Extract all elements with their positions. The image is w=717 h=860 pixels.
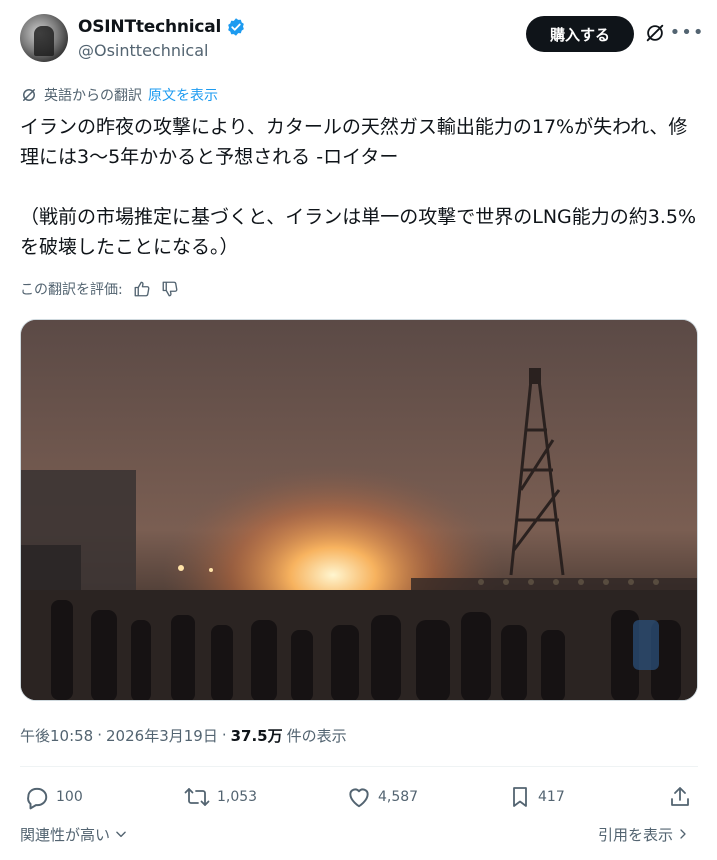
bookmark-count: 417 xyxy=(538,789,565,805)
share-icon xyxy=(671,787,689,806)
show-original-link[interactable]: 原文を表示 xyxy=(148,85,218,105)
verified-badge-icon xyxy=(228,18,245,36)
more-options-icon[interactable]: ••• xyxy=(670,21,704,43)
divider xyxy=(20,766,698,767)
thumbs-down-icon[interactable] xyxy=(161,280,179,298)
video-scene xyxy=(21,320,697,700)
translation-source: 英語からの翻訳 xyxy=(44,88,142,104)
translate-icon xyxy=(23,89,35,101)
tweet-text: イランの昨夜の攻撃により、カタールの天然ガス輸出能力の17%が失われ、修理には3… xyxy=(20,116,697,258)
relevance-label: 関連性が高い xyxy=(20,825,111,844)
author-name-row[interactable]: OSINTtechnical xyxy=(78,16,246,38)
meta-separator: · xyxy=(221,726,227,744)
author-name[interactable]: OSINTtechnical xyxy=(78,17,221,37)
repost-button[interactable]: 1,053 xyxy=(183,783,257,811)
thumbs-up-icon[interactable] xyxy=(133,280,151,298)
bookmark-icon xyxy=(513,787,527,807)
view-count: 37.5万 xyxy=(230,726,283,745)
grok-icon[interactable] xyxy=(644,22,666,44)
reply-icon xyxy=(27,787,48,810)
rate-translation-label: この翻訳を評価: xyxy=(20,282,123,298)
repost-count: 1,053 xyxy=(217,789,258,805)
meta-separator: · xyxy=(97,726,103,744)
author-handle[interactable]: @Osinttechnical xyxy=(78,41,208,60)
share-button[interactable] xyxy=(668,783,692,811)
tweet-video[interactable] xyxy=(20,319,698,701)
bookmark-button[interactable]: 417 xyxy=(508,783,565,811)
tweet-meta: 午後10:58 · 2026年3月19日 · 37.5万 件の表示 xyxy=(20,723,347,747)
chevron-right-icon xyxy=(680,829,686,839)
buy-button[interactable]: 購入する xyxy=(526,16,634,52)
reply-count: 100 xyxy=(56,789,83,805)
repost-icon xyxy=(184,788,210,806)
rate-translation-row: この翻訳を評価: xyxy=(20,278,179,300)
avatar-figure xyxy=(34,26,54,56)
heart-icon xyxy=(349,788,369,808)
view-quotes-link[interactable]: 引用を表示 xyxy=(598,822,689,846)
tweet-date[interactable]: 2026年3月19日 xyxy=(106,725,218,746)
like-count: 4,587 xyxy=(378,789,419,805)
view-count-suffix: 件の表示 xyxy=(286,726,347,745)
view-quotes-label: 引用を表示 xyxy=(598,825,674,844)
reply-button[interactable]: 100 xyxy=(24,783,83,811)
translation-note: 英語からの翻訳 原文を表示 xyxy=(20,84,218,106)
avatar[interactable] xyxy=(20,14,68,62)
relevance-sort-dropdown[interactable]: 関連性が高い xyxy=(20,822,128,846)
tweet-time[interactable]: 午後10:58 xyxy=(20,725,93,746)
chevron-down-icon xyxy=(116,831,126,838)
like-button[interactable]: 4,587 xyxy=(346,783,418,811)
